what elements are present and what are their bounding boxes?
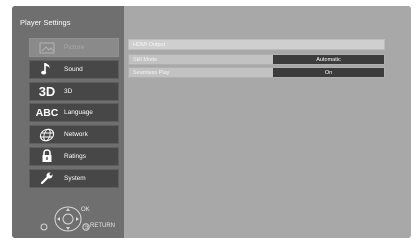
menu-item-sound[interactable]: Sound: [29, 59, 119, 79]
settings-menu: Picture Sound 3D 3D ABC Language Network…: [29, 38, 119, 191]
section-header-hdmi-output[interactable]: HDMI Output: [128, 39, 385, 50]
menu-item-language[interactable]: ABC Language: [29, 103, 119, 123]
option-circle-icon: [40, 223, 48, 231]
lock-icon: [30, 149, 64, 163]
menu-item-label: System: [64, 174, 86, 182]
seamless-play-value[interactable]: On: [273, 68, 384, 77]
picture-icon: [30, 42, 64, 54]
remote-hint: OK RETURN: [38, 204, 128, 238]
ok-label: OK: [81, 207, 90, 213]
return-label: RETURN: [90, 223, 115, 229]
menu-item-label: Language: [64, 109, 93, 117]
setting-row-still-mode[interactable]: Still Mode Automatic: [128, 54, 385, 65]
right-panel: HDMI Output Still Mode Automatic Seamles…: [124, 6, 411, 238]
menu-item-label: Picture: [64, 44, 85, 51]
abc-icon: ABC: [30, 107, 64, 119]
menu-item-label: Sound: [64, 65, 83, 73]
setting-label: Still Mode: [133, 56, 158, 63]
settings-screen: Player Settings Picture Sound 3D 3D ABC …: [12, 6, 411, 238]
globe-icon: [30, 128, 64, 142]
menu-item-label: Ratings: [64, 152, 87, 160]
menu-item-label: 3D: [64, 87, 73, 95]
section-header-label: HDMI Output: [133, 41, 166, 48]
3d-icon: 3D: [30, 84, 64, 99]
left-panel: Player Settings Picture Sound 3D 3D ABC …: [12, 6, 124, 238]
setting-row-seamless-play[interactable]: Seamless Play On: [128, 67, 385, 78]
music-note-icon: [30, 62, 64, 76]
3d-icon-text: 3D: [38, 83, 56, 99]
panel-title: Player Settings: [20, 18, 71, 27]
setting-label: Seamless Play: [133, 69, 170, 76]
menu-item-picture: Picture: [29, 38, 119, 57]
still-mode-value[interactable]: Automatic: [273, 55, 384, 64]
abc-icon-text: ABC: [35, 106, 59, 119]
menu-item-3d[interactable]: 3D 3D: [29, 81, 119, 101]
wrench-icon: [30, 171, 64, 185]
menu-item-ratings[interactable]: Ratings: [29, 146, 119, 166]
menu-item-network[interactable]: Network: [29, 125, 119, 145]
menu-item-system[interactable]: System: [29, 168, 119, 188]
dpad-icon: [54, 206, 82, 232]
menu-item-label: Network: [64, 131, 88, 139]
